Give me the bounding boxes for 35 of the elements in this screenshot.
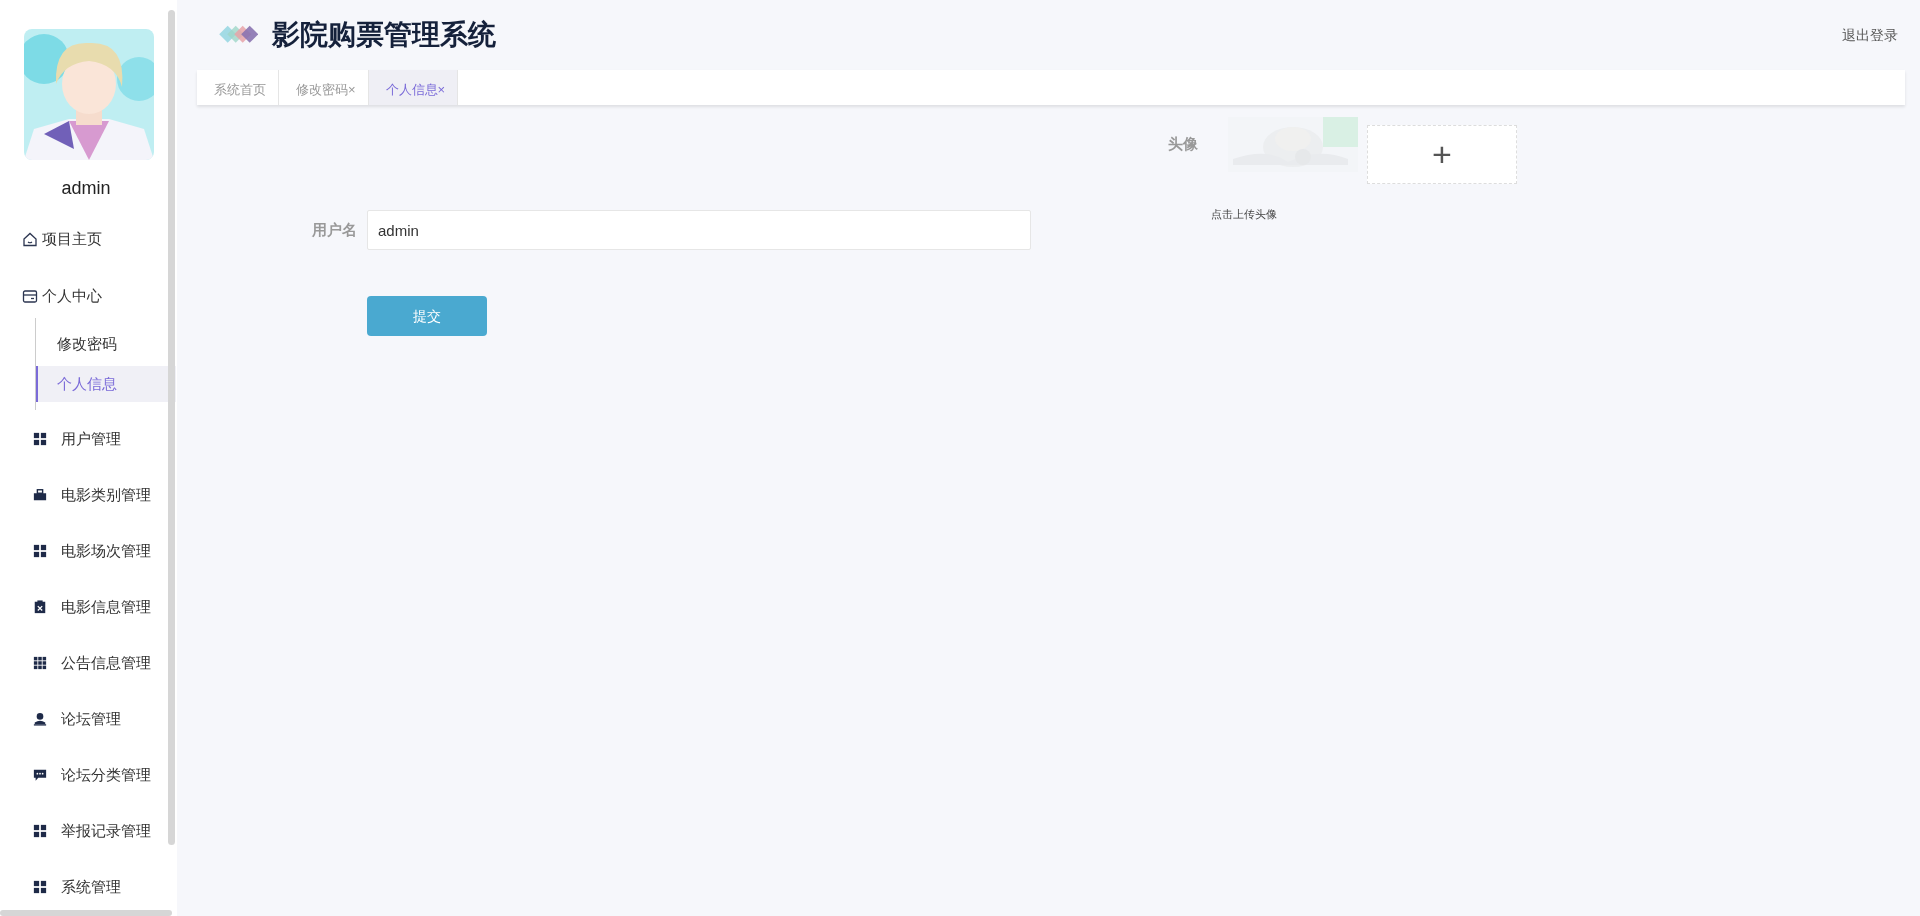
grid-icon — [33, 824, 47, 838]
close-icon[interactable]: × — [437, 82, 446, 97]
card-icon — [22, 288, 38, 304]
menu-item[interactable]: 电影场次管理 — [0, 533, 177, 569]
menu-item[interactable]: 论坛管理 — [0, 701, 177, 737]
app-title: 影院购票管理系统 — [272, 18, 496, 52]
menu-item[interactable]: 举报记录管理 — [0, 813, 177, 849]
field-label: 用户名 — [311, 219, 358, 240]
chat-icon — [33, 768, 47, 782]
menu-item[interactable]: 项目主页 — [0, 221, 177, 257]
menu-item[interactable]: 论坛分类管理 — [0, 757, 177, 793]
menu-item[interactable]: 电影信息管理 — [0, 589, 177, 625]
grid-icon — [33, 432, 47, 446]
briefcase-icon — [33, 488, 47, 502]
home-icon — [22, 231, 38, 247]
tab[interactable]: 个人信息× — [368, 70, 459, 105]
clipboard-icon — [33, 600, 47, 614]
upload-hint: 点击上传头像 — [1211, 207, 1277, 222]
menu-item[interactable]: 个人中心 — [0, 278, 177, 314]
logo-icon — [218, 25, 258, 45]
submenu-item[interactable]: 个人信息 — [36, 366, 176, 402]
menu-item[interactable]: 公告信息管理 — [0, 645, 177, 681]
field-label: 头像 — [1168, 134, 1198, 155]
menu-item[interactable]: 用户管理 — [0, 421, 177, 457]
username-label: admin — [60, 177, 112, 200]
username-field[interactable]: admin — [367, 210, 1031, 250]
menu-item[interactable]: 电影类别管理 — [0, 477, 177, 513]
grid-icon — [33, 880, 47, 894]
person-icon — [33, 712, 47, 726]
upload-button[interactable]: + — [1367, 125, 1517, 184]
submenu-item[interactable]: 修改密码 — [36, 326, 176, 362]
logout-link[interactable]: 退出登录 — [1842, 24, 1898, 46]
menu-item[interactable]: 系统管理 — [0, 869, 177, 905]
grid-icon — [33, 544, 47, 558]
grid-icon — [33, 656, 47, 670]
